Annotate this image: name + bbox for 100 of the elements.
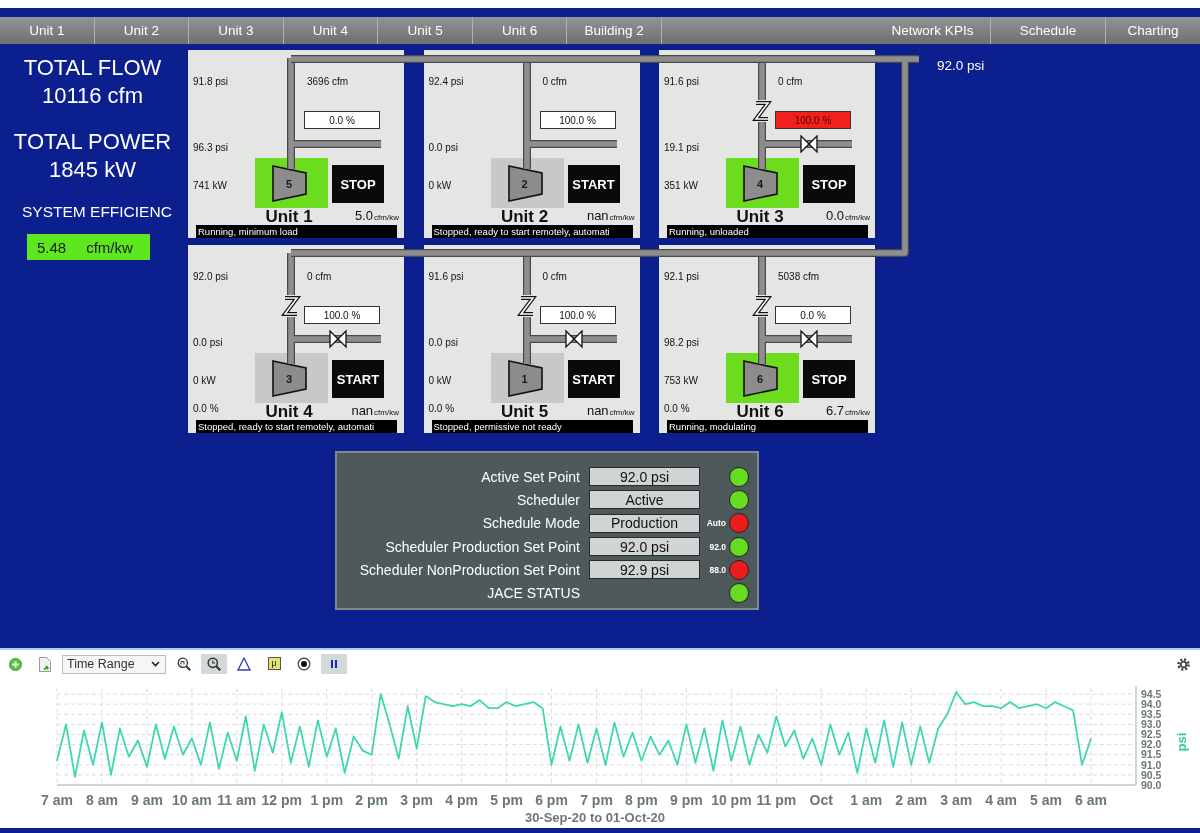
efficiency-unit: cfm/kw [609, 407, 635, 419]
nav-tab[interactable]: Unit 6 [472, 17, 568, 44]
axis-tick-label: 92.0 [1141, 738, 1162, 751]
nav-tab[interactable]: Unit 2 [94, 17, 190, 44]
setting-value: 92.9 psi [589, 560, 700, 580]
start-stop-button[interactable]: START [332, 360, 384, 398]
nav-tab[interactable]: Charting [1105, 17, 1200, 44]
efficiency-unit: cfm/kw [845, 407, 870, 419]
magnifier-icon [207, 657, 221, 671]
total-power-value: 1845 kW [48, 156, 137, 184]
setting-note: 88.0 [708, 564, 727, 575]
total-power-label: TOTAL POWER [12, 128, 173, 156]
axis-tick-label: 1 am [850, 792, 883, 808]
nav-tab[interactable]: Unit 4 [283, 17, 379, 44]
start-stop-button[interactable]: START [567, 165, 620, 203]
capacity-readout: 0.0 % [304, 111, 380, 129]
flow-reading: 5038 cfm [778, 271, 820, 283]
axis-tick-label: 2 pm [355, 792, 389, 808]
compressor-number: 5 [284, 177, 294, 190]
total-flow-label: TOTAL FLOW [22, 54, 163, 82]
nav-tab[interactable]: Unit 1 [0, 17, 95, 44]
unit-title: Unit 5 [499, 403, 550, 420]
caret-icon [151, 661, 160, 667]
axis-tick-label: 7 am [41, 792, 73, 808]
inlet-pressure: 92.4 psi [428, 76, 464, 88]
target-icon [297, 657, 311, 671]
status-message: Running, minimum load [196, 225, 397, 238]
statistics-button[interactable]: μ [267, 657, 281, 670]
axis-tick-label: 91.5 [1141, 748, 1162, 761]
nav-tab[interactable]: Unit 3 [189, 17, 284, 44]
compressor-number: 4 [755, 177, 765, 190]
axis-tick-label: 10 am [172, 792, 212, 808]
axis-tick-label: 5 pm [490, 792, 523, 808]
status-message: Stopped, ready to start remotely, automati [196, 420, 397, 433]
axis-tick-label: 8 pm [625, 792, 658, 808]
load-reading: 0.0 % [664, 403, 690, 415]
axis-tick-label: 3 pm [400, 792, 433, 808]
compressor-number: 3 [284, 372, 294, 385]
axis-tick-label: 3 am [940, 792, 973, 808]
axis-tick-label: 2 am [895, 792, 928, 808]
compressor-icon [272, 360, 307, 397]
capacity-readout: 100.0 % [775, 111, 851, 129]
setting-value: 92.0 psi [589, 467, 700, 487]
nav-tab[interactable]: Network KPIs [875, 17, 990, 44]
setting-value: Production [589, 513, 700, 533]
power-reading: 0 kW [428, 375, 452, 387]
capacity-readout: 100.0 % [304, 306, 380, 324]
axis-tick-label: 11 am [217, 792, 257, 808]
settings-icon[interactable] [1177, 657, 1190, 671]
nav-tab[interactable]: Unit 5 [378, 17, 473, 44]
flow-reading: 0 cfm [307, 271, 332, 283]
axis-tick-label: 6 am [1075, 792, 1107, 808]
add-icon[interactable] [9, 657, 22, 671]
document-icon[interactable] [39, 656, 51, 672]
setting-label: Scheduler [515, 490, 581, 510]
axis-title: 30-Sep-20 to 01-Oct-20 [524, 810, 666, 826]
setting-label: JACE STATUS [486, 584, 581, 604]
compressor-icon [743, 165, 778, 202]
axis-title: psi [1174, 732, 1189, 752]
setting-label: Schedule Mode [481, 514, 581, 534]
axis-tick-label: 91.0 [1141, 758, 1162, 771]
axis-tick-label: 94.5 [1141, 687, 1162, 700]
unit-title: Unit 2 [499, 208, 550, 225]
axis-tick-label: 9 pm [670, 792, 703, 808]
nav-tab[interactable]: Building 2 [567, 17, 662, 44]
axis-tick-label: 7 pm [580, 792, 613, 808]
axis-tick-label: 10 pm [711, 792, 752, 808]
pause-button[interactable] [321, 654, 347, 674]
start-stop-button[interactable]: START [567, 360, 620, 398]
start-stop-button[interactable]: STOP [332, 165, 384, 203]
start-stop-button[interactable]: STOP [803, 360, 855, 398]
compressor-icon [743, 360, 778, 397]
magnifier-icon [177, 657, 191, 671]
discharge-pressure: 0.0 psi [428, 337, 458, 349]
inlet-pressure: 91.8 psi [193, 76, 229, 88]
setting-label: Active Set Point [480, 467, 581, 487]
power-reading: 0 kW [193, 375, 216, 387]
setting-label: Scheduler Production Set Point [384, 537, 581, 557]
efficiency-unit: cfm/kw [374, 212, 399, 224]
compressor-number: 1 [520, 372, 529, 385]
start-stop-button[interactable]: STOP [803, 165, 855, 203]
axis-tick-label: 93.0 [1141, 718, 1162, 731]
axis-tick-label: 12 pm [261, 792, 303, 808]
axis-tick-label: 94.0 [1141, 697, 1162, 710]
axis-tick-label: Oct [809, 792, 833, 808]
setting-note: Auto [705, 518, 727, 529]
axis-tick-label: 4 pm [445, 792, 478, 808]
setting-label: Scheduler NonProduction Set Point [358, 560, 581, 580]
axis-tick-label: 1 pm [310, 792, 344, 808]
efficiency-value: 5.48 [37, 238, 67, 256]
efficiency-value: 6.7 [826, 403, 845, 419]
time-range-select[interactable]: Time Range [62, 654, 166, 674]
efficiency-unit: cfm/kw [86, 238, 133, 256]
efficiency-value: 0.0 [826, 208, 845, 224]
compressor-icon [507, 360, 543, 397]
nav-tab[interactable]: Schedule [990, 17, 1105, 44]
axis-tick-label: 90.5 [1141, 768, 1162, 781]
efficiency-unit: cfm/kw [845, 212, 870, 224]
zoom-button[interactable] [201, 654, 227, 674]
capacity-readout: 0.0 % [775, 306, 851, 324]
